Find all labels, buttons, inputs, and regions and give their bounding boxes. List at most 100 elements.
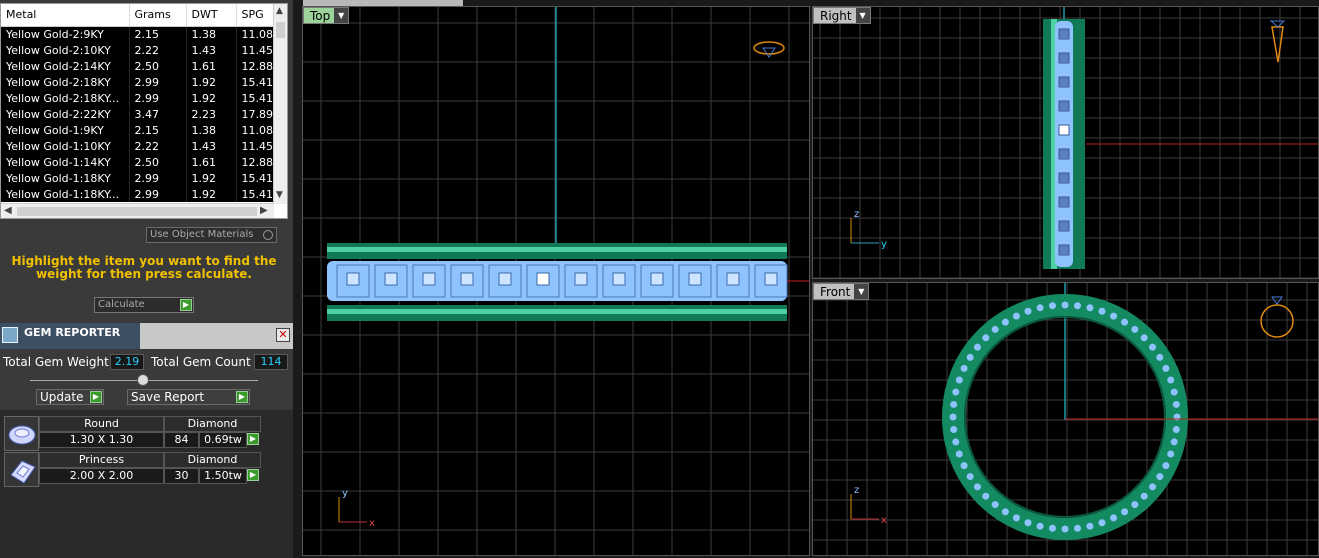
table-cell: Yellow Gold-2:18KY... bbox=[1, 90, 130, 106]
table-row[interactable]: Yellow Gold-2:18KY 2.99 1.92 15.41 bbox=[1, 74, 275, 90]
round-gem bbox=[955, 376, 963, 384]
round-gem bbox=[973, 343, 981, 351]
axis-label: y bbox=[342, 488, 348, 499]
column-header-spg[interactable]: SPG bbox=[236, 4, 275, 27]
column-header-grams[interactable]: Grams bbox=[129, 4, 187, 27]
round-gem bbox=[1131, 325, 1139, 333]
slider-handle[interactable] bbox=[137, 374, 149, 386]
table-cell: 2.99 bbox=[129, 74, 187, 90]
dropdown-icon[interactable]: ▼ bbox=[854, 284, 869, 299]
round-gem bbox=[1086, 522, 1094, 530]
top-viewport-label[interactable]: Top ▼ bbox=[303, 7, 350, 24]
save-report-label: Save Report bbox=[131, 390, 205, 404]
top-viewport-label-text: Top bbox=[310, 9, 331, 23]
table-row[interactable]: Yellow Gold-2:14KY 2.50 1.61 12.88 bbox=[1, 58, 275, 74]
use-object-materials-toggle[interactable]: Use Object Materials bbox=[146, 227, 277, 243]
use-object-materials-label: Use Object Materials bbox=[150, 229, 254, 240]
vscroll-thumb[interactable] bbox=[276, 22, 285, 38]
gem-row[interactable]: Princess Diamond 2.00 X 2.00 30 1.50tw ▶ bbox=[4, 452, 262, 488]
table-cell: 1.38 bbox=[186, 122, 237, 138]
table-row[interactable]: Yellow Gold-2:10KY 2.22 1.43 11.45 bbox=[1, 42, 275, 58]
gem-reporter-title-text: GEM REPORTER bbox=[24, 326, 121, 339]
right-viewport-label[interactable]: Right ▼ bbox=[813, 7, 871, 24]
total-gem-count-value: 114 bbox=[254, 354, 288, 370]
round-gem bbox=[1156, 353, 1164, 361]
scroll-right-icon[interactable]: ▶ bbox=[260, 205, 268, 216]
scroll-left-icon[interactable]: ◀ bbox=[4, 205, 12, 216]
table-cell: 2.15 bbox=[129, 122, 187, 138]
table-cell: 1.38 bbox=[186, 26, 237, 42]
metal-table-hscroll[interactable]: ◀ ▶ bbox=[1, 203, 274, 218]
gem-row[interactable]: Round Diamond 1.30 X 1.30 84 0.69tw ▶ bbox=[4, 416, 262, 452]
gem-select-arrow-icon[interactable]: ▶ bbox=[247, 469, 259, 481]
right-viewport[interactable]: zy Right ▼ bbox=[812, 6, 1319, 279]
dropdown-icon[interactable]: ▼ bbox=[855, 8, 870, 23]
scroll-up-icon[interactable]: ▲ bbox=[276, 6, 283, 16]
metal-table-vscroll[interactable]: ▲ ▼ bbox=[273, 4, 287, 204]
princess-gem-table bbox=[726, 272, 740, 286]
close-icon[interactable]: ✕ bbox=[276, 328, 290, 342]
play-arrow-icon: ▶ bbox=[90, 391, 102, 403]
table-cell: 15.41 bbox=[236, 74, 275, 90]
total-gem-weight-label: Total Gem Weight bbox=[3, 355, 109, 369]
axis-label: z bbox=[854, 485, 859, 496]
round-gem bbox=[950, 400, 958, 408]
table-cell: 17.89 bbox=[236, 106, 275, 122]
right-viewport-canvas[interactable]: zy bbox=[813, 7, 1319, 279]
round-gem bbox=[1024, 519, 1032, 527]
calculate-button[interactable]: Calculate ▶ bbox=[94, 297, 194, 313]
ring-side-thumbnail-icon bbox=[1271, 26, 1284, 63]
table-row[interactable]: Yellow Gold-2:22KY 3.47 2.23 17.89 bbox=[1, 106, 275, 122]
gem-shape: Princess bbox=[39, 452, 164, 468]
gem-select-arrow-icon[interactable]: ▶ bbox=[247, 433, 259, 445]
round-gem bbox=[1061, 301, 1069, 309]
round-gem bbox=[1048, 302, 1056, 310]
calculate-label: Calculate bbox=[98, 299, 145, 310]
princess-gem-table bbox=[612, 272, 626, 286]
table-row[interactable]: Yellow Gold-2:9KY 2.15 1.38 11.08 bbox=[1, 26, 275, 42]
round-gem bbox=[966, 353, 974, 361]
gem-facet bbox=[1058, 148, 1070, 160]
round-gem bbox=[1162, 364, 1170, 372]
princess-gem-table bbox=[688, 272, 702, 286]
column-header-dwt[interactable]: DWT bbox=[186, 4, 237, 27]
top-viewport-canvas[interactable]: yx bbox=[303, 7, 810, 556]
round-gem bbox=[991, 501, 999, 509]
front-viewport-canvas[interactable]: zx bbox=[813, 283, 1319, 556]
scroll-down-icon[interactable]: ▼ bbox=[276, 190, 283, 200]
table-cell: 11.45 bbox=[236, 138, 275, 154]
princess-gem-table bbox=[460, 272, 474, 286]
band-upper-highlight bbox=[327, 247, 787, 252]
update-button[interactable]: Update ▶ bbox=[36, 389, 104, 405]
table-cell: 1.92 bbox=[186, 74, 237, 90]
front-viewport-label[interactable]: Front ▼ bbox=[813, 283, 870, 300]
column-header-metal[interactable]: Metal bbox=[1, 4, 130, 27]
hscroll-thumb[interactable] bbox=[17, 207, 257, 216]
front-viewport[interactable]: zx Front ▼ bbox=[812, 282, 1319, 556]
table-cell: 1.61 bbox=[186, 154, 237, 170]
gem-size: 1.30 X 1.30 bbox=[39, 432, 164, 448]
save-report-button[interactable]: Save Report ▶ bbox=[127, 389, 250, 405]
gem-list: Round Diamond 1.30 X 1.30 84 0.69tw ▶ Pr… bbox=[0, 410, 293, 558]
table-row[interactable]: Yellow Gold-1:9KY 2.15 1.38 11.08 bbox=[1, 122, 275, 138]
top-viewport[interactable]: yx Top ▼ bbox=[302, 6, 810, 556]
round-gem bbox=[1036, 304, 1044, 312]
table-cell: 2.22 bbox=[129, 138, 187, 154]
update-label: Update bbox=[40, 390, 84, 404]
table-row[interactable]: Yellow Gold-1:18KY 2.99 1.92 15.41 bbox=[1, 170, 275, 186]
round-gem bbox=[1162, 462, 1170, 470]
table-row[interactable]: Yellow Gold-2:18KY... 2.99 1.92 15.41 bbox=[1, 90, 275, 106]
front-viewport-label-text: Front bbox=[820, 285, 851, 299]
table-row[interactable]: Yellow Gold-1:18KY... 2.99 1.92 15.41 bbox=[1, 186, 275, 202]
table-cell: 15.41 bbox=[236, 170, 275, 186]
round-gem bbox=[1110, 312, 1118, 320]
princess-gem-table bbox=[384, 272, 398, 286]
round-gem bbox=[966, 473, 974, 481]
dropdown-icon[interactable]: ▼ bbox=[334, 8, 349, 23]
gem-facet bbox=[1058, 124, 1070, 136]
metal-table-header: Metal Grams DWT SPG bbox=[1, 4, 275, 27]
table-row[interactable]: Yellow Gold-1:14KY 2.50 1.61 12.88 bbox=[1, 154, 275, 170]
princess-gem-table bbox=[536, 272, 550, 286]
table-cell: Yellow Gold-2:18KY bbox=[1, 74, 130, 90]
table-row[interactable]: Yellow Gold-1:10KY 2.22 1.43 11.45 bbox=[1, 138, 275, 154]
